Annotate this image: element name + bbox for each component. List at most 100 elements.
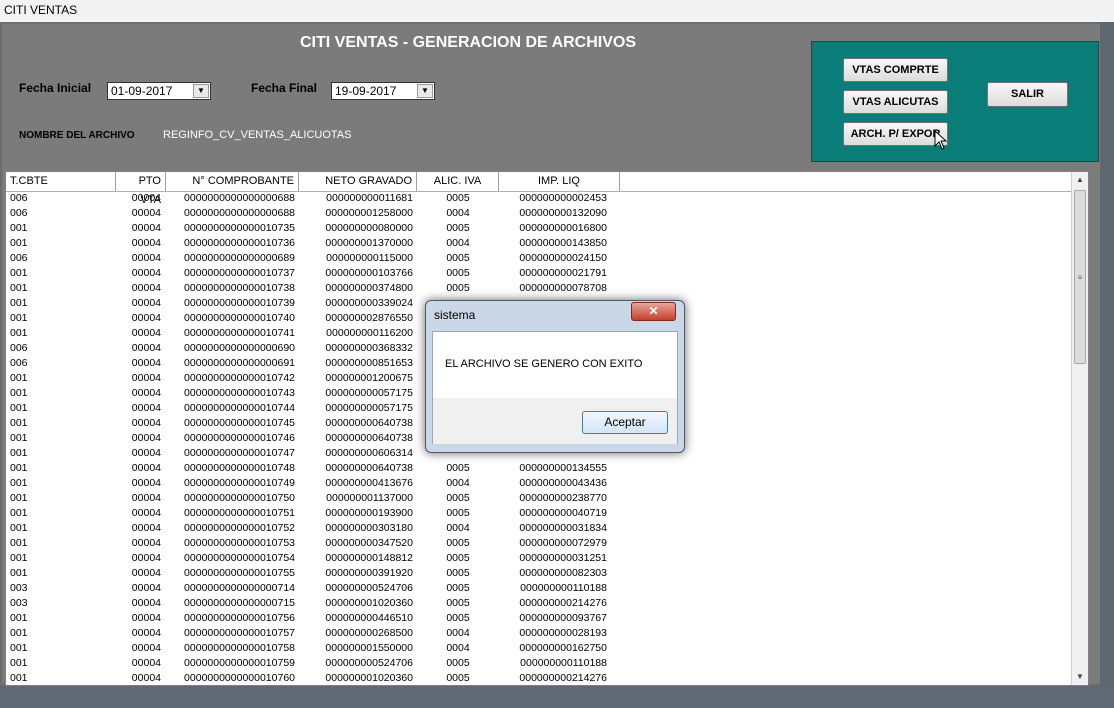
cell-impliq: 000000000031834: [519, 522, 607, 534]
fecha-inicial-select[interactable]: 01-09-2017 ▼: [107, 82, 211, 100]
cell-ptovta: 00004: [131, 207, 161, 219]
chevron-down-icon[interactable]: ▼: [417, 84, 433, 98]
cell-impliq: 000000000132090: [519, 207, 607, 219]
table-row[interactable]: 001 00004 0000000000000010749 0000000004136…: [6, 476, 1076, 491]
cell-comprobante: 0000000000000010760: [184, 672, 295, 684]
vtas-comprte-button[interactable]: VTAS COMPRTE: [843, 58, 948, 82]
cell-comprobante: 0000000000000010753: [184, 537, 295, 549]
table-row[interactable]: 001 00004 0000000000000010760 0000000010203…: [6, 671, 1076, 685]
table-row[interactable]: 003 00004 0000000000000000714 0000000005247…: [6, 581, 1076, 596]
cell-ptovta: 00004: [131, 612, 161, 624]
cell-comprobante: 0000000000000010744: [184, 402, 295, 414]
chevron-down-icon[interactable]: ▼: [193, 84, 209, 98]
cell-ptovta: 00004: [131, 462, 161, 474]
cell-tcbte: 001: [10, 372, 28, 384]
cell-alic: 0005: [446, 492, 470, 504]
table-row[interactable]: 001 00004 0000000000000010757 0000000002685…: [6, 626, 1076, 641]
cell-ptovta: 00004: [131, 387, 161, 399]
cell-comprobante: 0000000000000010749: [184, 477, 295, 489]
col-header-neto[interactable]: NETO GRAVADO: [299, 172, 417, 191]
cell-impliq: 000000000031251: [519, 552, 607, 564]
cell-alic: 0005: [446, 612, 470, 624]
close-icon[interactable]: ✕: [631, 302, 676, 321]
col-header-impliq[interactable]: IMP. LIQ: [499, 172, 620, 191]
table-row[interactable]: 001 00004 0000000000000010759 0000000005247…: [6, 656, 1076, 671]
vtas-alicutas-button[interactable]: VTAS ALICUTAS: [843, 90, 948, 114]
cell-ptovta: 00004: [131, 627, 161, 639]
cell-ptovta: 00004: [131, 237, 161, 249]
cell-neto: 000000000368332: [325, 342, 413, 354]
scroll-up-icon[interactable]: ▲: [1072, 172, 1088, 188]
cell-neto: 000000000193900: [325, 507, 413, 519]
table-row[interactable]: 001 00004 0000000000000010756 0000000004465…: [6, 611, 1076, 626]
table-row[interactable]: 001 00004 0000000000000010750 0000000011370…: [6, 491, 1076, 506]
cell-neto: 000000000446510: [325, 612, 413, 624]
cell-tcbte: 001: [10, 642, 28, 654]
aceptar-button[interactable]: Aceptar: [582, 411, 668, 434]
cell-ptovta: 00004: [131, 267, 161, 279]
cell-ptovta: 00004: [131, 342, 161, 354]
table-row[interactable]: 001 00004 0000000000000010736 0000000013700…: [6, 236, 1076, 251]
cell-comprobante: 0000000000000010755: [184, 567, 295, 579]
cell-ptovta: 00004: [131, 492, 161, 504]
table-row[interactable]: 006 00004 0000000000000000689 0000000001150…: [6, 251, 1076, 266]
cell-impliq: 000000000028193: [519, 627, 607, 639]
cell-neto: 000000001020360: [325, 597, 413, 609]
cell-comprobante: 0000000000000010759: [184, 657, 295, 669]
table-row[interactable]: 001 00004 0000000000000010753 0000000003475…: [6, 536, 1076, 551]
window-edge-right: [1100, 22, 1114, 708]
table-row[interactable]: 001 00004 0000000000000010735 0000000000800…: [6, 221, 1076, 236]
cell-neto: 000000002876550: [325, 312, 413, 324]
cell-tcbte: 001: [10, 507, 28, 519]
col-header-ptovta[interactable]: PTO VTA: [116, 172, 166, 206]
cell-impliq: 000000000238770: [519, 492, 607, 504]
cell-comprobante: 0000000000000000691: [184, 357, 295, 369]
table-row[interactable]: 001 00004 0000000000000010751 0000000001939…: [6, 506, 1076, 521]
table-row[interactable]: 001 00004 0000000000000010758 0000000015500…: [6, 641, 1076, 656]
cell-ptovta: 00004: [131, 657, 161, 669]
cell-ptovta: 00004: [131, 222, 161, 234]
table-row[interactable]: 001 00004 0000000000000010748 0000000006407…: [6, 461, 1076, 476]
cell-tcbte: 001: [10, 387, 28, 399]
dialog-footer: Aceptar: [433, 398, 677, 444]
table-row[interactable]: 006 00004 0000000000000000688 0000000012580…: [6, 206, 1076, 221]
cell-impliq: 000000000024150: [519, 252, 607, 264]
cell-impliq: 000000000162750: [519, 642, 607, 654]
mouse-cursor-icon: [934, 130, 948, 150]
fecha-inicial-value: 01-09-2017: [111, 84, 173, 98]
col-header-tcbte[interactable]: T.CBTE: [6, 172, 116, 191]
col-header-comprobante[interactable]: N° COMPROBANTE: [166, 172, 299, 191]
cell-ptovta: 00004: [131, 312, 161, 324]
fecha-final-select[interactable]: 19-09-2017 ▼: [331, 82, 435, 100]
cell-ptovta: 00004: [131, 432, 161, 444]
arch-expor-button[interactable]: ARCH. P/ EXPOR: [843, 122, 948, 146]
scroll-thumb[interactable]: ≡: [1074, 190, 1086, 364]
table-row[interactable]: 001 00004 0000000000000010738 0000000003748…: [6, 281, 1076, 296]
table-row[interactable]: 003 00004 0000000000000000715 0000000010203…: [6, 596, 1076, 611]
scroll-down-icon[interactable]: ▼: [1072, 669, 1088, 685]
cell-ptovta: 00004: [131, 252, 161, 264]
cell-comprobante: 0000000000000000690: [184, 342, 295, 354]
table-row[interactable]: 001 00004 0000000000000010737 0000000001037…: [6, 266, 1076, 281]
cell-alic: 0005: [446, 567, 470, 579]
cell-tcbte: 001: [10, 522, 28, 534]
cell-neto: 000000000374800: [325, 282, 413, 294]
cell-tcbte: 001: [10, 567, 28, 579]
cell-comprobante: 0000000000000000688: [184, 207, 295, 219]
table-row[interactable]: 001 00004 0000000000000010752 0000000003031…: [6, 521, 1076, 536]
cell-comprobante: 0000000000000010745: [184, 417, 295, 429]
cell-comprobante: 0000000000000010735: [184, 222, 295, 234]
table-row[interactable]: 001 00004 0000000000000010755 0000000003919…: [6, 566, 1076, 581]
salir-button[interactable]: SALIR: [987, 82, 1068, 107]
cell-impliq: 000000000078708: [519, 282, 607, 294]
dialog-title: sistema: [434, 308, 476, 322]
vertical-scrollbar[interactable]: ▲ ≡ ▼: [1071, 172, 1088, 685]
cell-ptovta: 00004: [131, 567, 161, 579]
cell-neto: 000000000116200: [326, 327, 413, 339]
cell-alic: 0005: [446, 537, 470, 549]
archivo-value: REGINFO_CV_VENTAS_ALICUOTAS: [163, 129, 352, 141]
table-row[interactable]: 006 00004 0000000000000000688 0000000000116…: [6, 191, 1076, 206]
col-header-alic[interactable]: ALIC. IVA: [417, 172, 499, 191]
cell-comprobante: 0000000000000010750: [184, 492, 295, 504]
table-row[interactable]: 001 00004 0000000000000010754 0000000001488…: [6, 551, 1076, 566]
